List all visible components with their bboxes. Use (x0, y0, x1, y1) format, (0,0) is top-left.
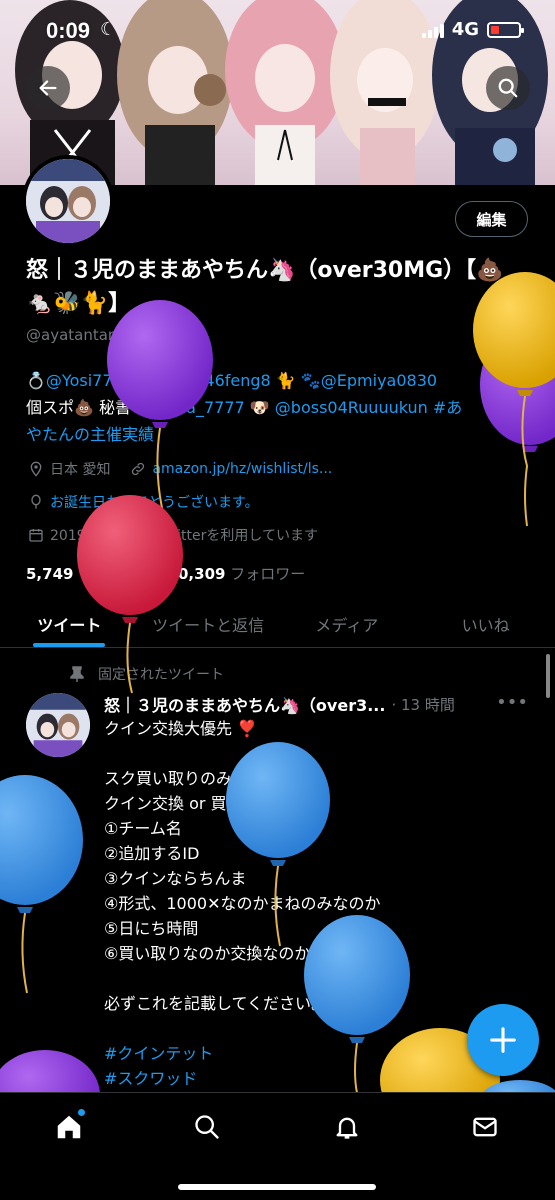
profile-avatar[interactable] (22, 155, 114, 247)
profile-name: 怒｜３児のままあやちん🦄（over30MG）【💩🐁🐝🐈】 (26, 258, 504, 316)
following-count: 5,749 (26, 565, 74, 583)
tweet-author-avatar[interactable] (26, 693, 90, 757)
status-bar: 0:09 ☾ 4G (0, 0, 555, 60)
notification-dot (78, 1109, 85, 1116)
tweet-time-value: 13 時間 (401, 695, 455, 714)
follow-stats: 5,749 フォロー中 10,309 フォロワー (26, 563, 305, 584)
nav-home[interactable] (47, 1105, 91, 1149)
profile-birthday: お誕生日おめでとうございます。 (28, 492, 259, 512)
followers-link[interactable]: 10,309 フォロワー (168, 565, 306, 583)
avatar-image (26, 159, 110, 243)
tab-tweets-and-replies[interactable]: ツイートと返信 (139, 600, 278, 647)
ring-emoji: 💍 (26, 371, 46, 390)
back-button[interactable] (26, 66, 70, 110)
tweet-author-name[interactable]: 怒｜３児のままあやちん🦄（over3... (104, 692, 385, 716)
tweet-time: · 13 時間 (391, 695, 455, 714)
tweet-line: 必ずこれを記載してください。 (104, 994, 328, 1013)
followers-count: 10,309 (167, 565, 226, 583)
dog-emoji: 🐶 (244, 398, 275, 417)
tweet-line: クイン交換大優先 ❣️ (104, 719, 258, 738)
balloon-blue-left (0, 775, 83, 994)
scrollbar[interactable] (546, 654, 550, 698)
pin-icon (70, 666, 84, 682)
bio-mention-link[interactable]: @Fuma_7777 (136, 398, 245, 417)
status-time: 0:09 (46, 18, 91, 43)
plus-icon (490, 1027, 516, 1053)
website-link[interactable]: amazon.jp/hz/wishlist/ls... (152, 461, 332, 477)
profile-handle: @ayatantankk (26, 326, 135, 344)
balloon-icon (31, 494, 41, 509)
location-text: 日本 愛知 (50, 462, 111, 478)
tweet-line (104, 966, 524, 991)
avatar-image (26, 693, 90, 757)
profile-tabs: ツイート ツイートと返信 メディア いいね (0, 600, 555, 648)
pinned-indicator: 固定されたツイート (70, 664, 224, 684)
profile-location: 日本 愛知 amazon.jp/hz/wishlist/ls... (28, 459, 332, 479)
signal-icon (421, 22, 444, 38)
birthday-text: お誕生日おめでとうございます。 (50, 495, 259, 511)
location-pin-icon (30, 461, 42, 477)
bio-hashtag-link[interactable]: やたんの主催実績 (26, 421, 531, 448)
search-button[interactable] (486, 66, 530, 110)
unicorn-emoji: 🦄 (143, 371, 169, 390)
followers-label: フォロワー (230, 565, 306, 583)
tweet-line (104, 1016, 524, 1041)
nav-messages[interactable] (463, 1105, 507, 1149)
tweet-line: ②追加するID (104, 844, 200, 863)
calendar-icon (29, 529, 43, 542)
tweet-line (104, 741, 524, 766)
home-icon (57, 1115, 81, 1139)
tweet-line: ④形式、1000✕なのかまねのみなのか (104, 894, 381, 913)
tab-tweets[interactable]: ツイート (0, 600, 139, 647)
tab-likes[interactable]: いいね (416, 600, 555, 647)
tweet-line: ③クインならちんま (104, 869, 247, 888)
bio-mention-link[interactable]: @Yosi77755 (46, 371, 143, 390)
bell-icon (336, 1117, 358, 1139)
bio-mention-link[interactable]: @9646feng8 (168, 371, 271, 390)
more-options-icon[interactable]: ••• (496, 692, 528, 713)
tweet-body: クイン交換大優先 ❣️ スク買い取りのみ クイン交換 or 買い取りのみ ①チー… (104, 716, 524, 1091)
compose-tweet-button[interactable] (467, 1004, 539, 1076)
battery-icon (487, 21, 524, 38)
tab-media[interactable]: メディア (278, 600, 417, 647)
home-indicator (178, 1184, 376, 1190)
pinned-label: 固定されたツイート (98, 667, 224, 683)
bottom-navigation (0, 1092, 555, 1200)
joined-text: 2019年10月からTwitterを利用しています (50, 528, 318, 544)
tweet-header: 怒｜３児のままあやちん🦄（over3... · 13 時間 (104, 692, 534, 716)
edit-profile-button[interactable]: 編集 (455, 201, 528, 237)
bio-mention-link[interactable]: @boss04Ruuuukun (275, 398, 428, 417)
nav-explore[interactable] (185, 1105, 229, 1149)
tweet-line: クイン交換 or 買い取りのみ (104, 794, 307, 813)
cat-emoji: 🐈 (270, 371, 296, 390)
link-icon (132, 462, 145, 476)
bio-hashtag-link[interactable]: #あ (428, 398, 462, 417)
tweet-line: ①チーム名 (104, 819, 182, 838)
tweet-line: ⑥買い取りなのか交換なのか (104, 944, 311, 963)
bio-text: 個スポ💩 秘書 (26, 398, 137, 417)
hashtag-link[interactable]: #クインテット (104, 1041, 524, 1066)
search-icon (195, 1115, 219, 1139)
paw-emoji: 🐾 (300, 371, 321, 390)
hashtag-link[interactable]: #スクワッド (104, 1066, 524, 1091)
bio-mention-link[interactable]: @Epmiya0830 (321, 371, 437, 390)
moon-icon: ☾ (100, 19, 117, 40)
following-link[interactable]: 5,749 フォロー中 (26, 565, 153, 583)
profile-joined: 2019年10月からTwitterを利用しています (28, 525, 318, 545)
search-icon (498, 78, 518, 98)
tweet-line: ⑤日にち時間 (104, 919, 199, 938)
network-label: 4G (451, 19, 479, 40)
envelope-icon (473, 1117, 497, 1137)
nav-notifications[interactable] (325, 1105, 369, 1149)
following-label: フォロー中 (78, 565, 154, 583)
tweet-line: スク買い取りのみ (104, 769, 233, 788)
profile-bio: 💍@Yosi77755 🦄@9646feng8 🐈 🐾@Epmiya0830 個… (26, 367, 531, 448)
back-arrow-icon (39, 80, 57, 96)
